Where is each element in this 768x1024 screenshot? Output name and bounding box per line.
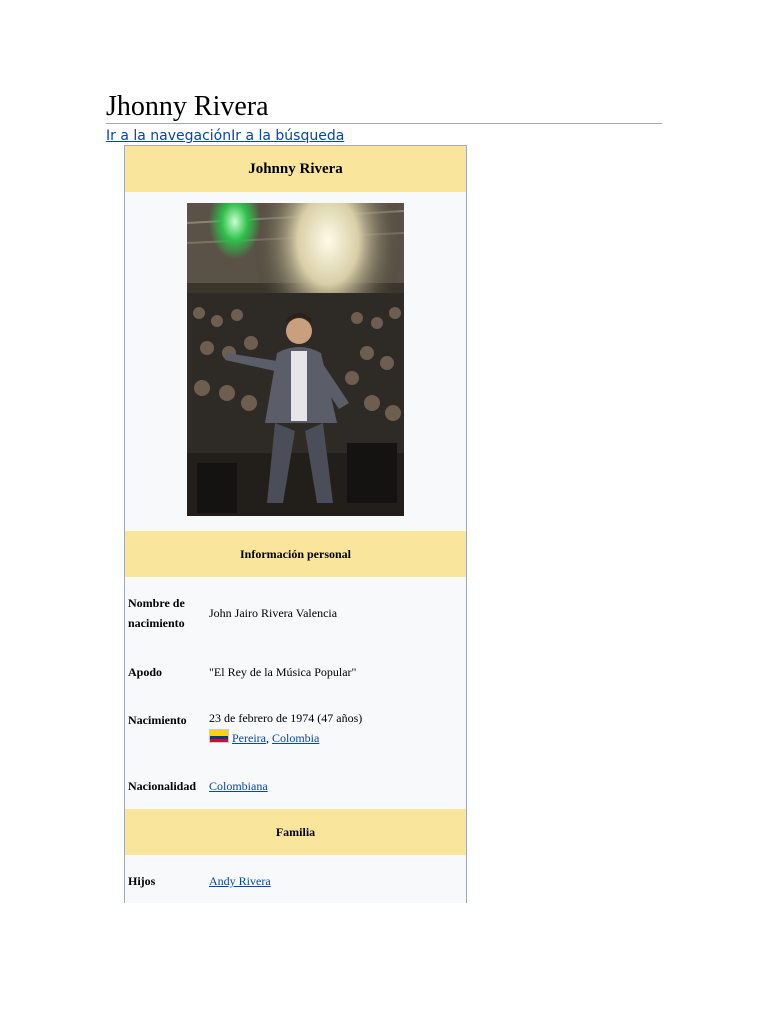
- infobox-title: Johnny Rivera: [125, 146, 466, 192]
- performer-photo-icon: [187, 203, 404, 516]
- row-label: Nacionalidad: [128, 779, 197, 793]
- birth-place: Pereira, Colombia: [209, 728, 459, 748]
- colombia-flag-icon: [209, 729, 229, 743]
- row-label: Apodo: [128, 665, 163, 679]
- row-birth-name: Nombre de nacimiento John Jairo Rivera V…: [125, 593, 466, 633]
- colombiana-link[interactable]: Colombiana: [209, 779, 268, 793]
- row-label: Nacimiento: [128, 713, 187, 727]
- skip-to-search-link[interactable]: Ir a la búsqueda: [231, 128, 344, 144]
- pereira-link[interactable]: Pereira: [232, 731, 266, 745]
- page-title: Jhonny Rivera: [106, 91, 269, 122]
- performer-photo[interactable]: [187, 203, 404, 516]
- section-header-family: Familia: [125, 809, 466, 855]
- row-label: Nombre de nacimiento: [128, 596, 185, 630]
- birth-date: 23 de febrero de 1974 (47 años): [209, 711, 363, 725]
- skip-to-navigation-link[interactable]: Ir a la navegación: [106, 128, 231, 144]
- skip-links: Ir a la navegaciónIr a la búsqueda: [106, 127, 344, 145]
- andy-rivera-link[interactable]: Andy Rivera: [209, 874, 271, 888]
- row-label: Hijos: [128, 874, 156, 888]
- infobox: Johnny Rivera Información personal Nombr…: [124, 145, 467, 903]
- colombia-link[interactable]: Colombia: [272, 731, 319, 745]
- section-header-personal: Información personal: [125, 531, 466, 577]
- row-birth: Nacimiento 23 de febrero de 1974 (47 año…: [125, 708, 466, 748]
- title-divider: [106, 123, 662, 124]
- row-value: John Jairo Rivera Valencia: [209, 606, 338, 620]
- row-value: 23 de febrero de 1974 (47 años) Pereira,…: [209, 708, 459, 748]
- row-value: "El Rey de la Música Popular": [209, 665, 357, 679]
